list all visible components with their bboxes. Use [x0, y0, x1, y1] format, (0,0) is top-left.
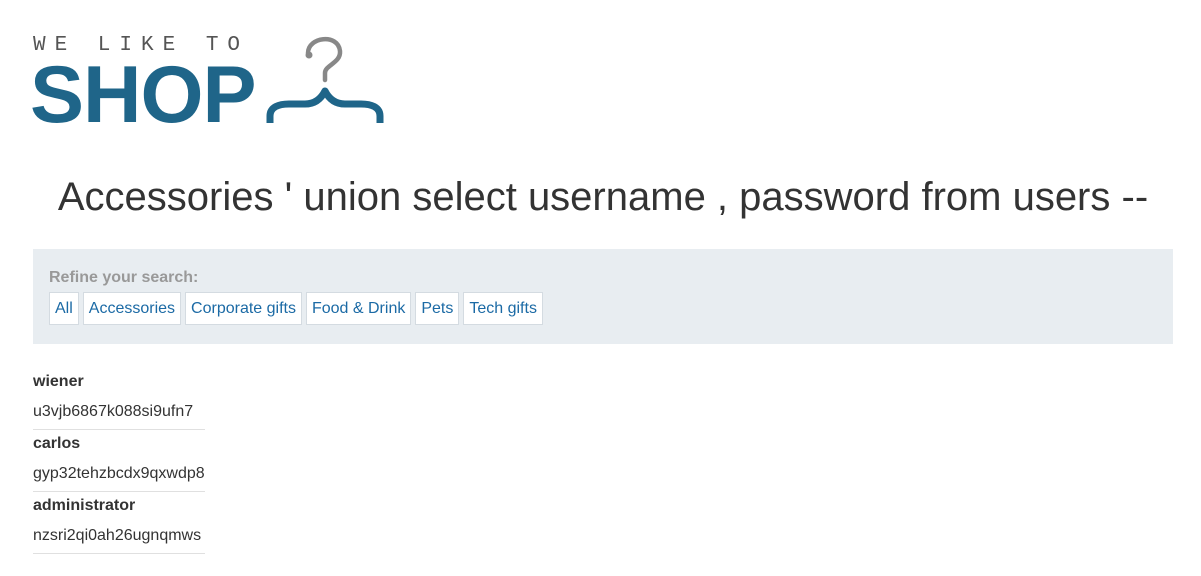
result-password: u3vjb6867k088si9ufn7 — [33, 403, 194, 420]
filter-label: Refine your search: — [49, 269, 199, 286]
logo-brand: SHOP — [30, 50, 257, 140]
result-item: carlos gyp32tehzbcdx9qxwdp8 — [33, 430, 205, 492]
filter-links: All Accessories Corporate gifts Food & D… — [49, 292, 543, 325]
result-username: carlos — [33, 435, 81, 452]
hanger-icon — [266, 36, 384, 123]
result-username: wiener — [33, 373, 84, 390]
result-username: administrator — [33, 497, 136, 514]
site-logo[interactable]: WE LIKE TO SHOP — [30, 35, 393, 136]
page-title: Accessories ' union select username , pa… — [57, 175, 1149, 219]
filter-link-pets[interactable]: Pets — [415, 292, 460, 325]
result-item: administrator nzsri2qi0ah26ugnqmws — [33, 492, 205, 554]
filter-link-food-drink[interactable]: Food & Drink — [305, 292, 412, 325]
result-password: nzsri2qi0ah26ugnqmws — [33, 527, 202, 544]
filter-link-accessories[interactable]: Accessories — [82, 292, 182, 325]
filter-link-tech-gifts[interactable]: Tech gifts — [463, 292, 543, 325]
filter-panel: Refine your search: All Accessories Corp… — [33, 249, 1173, 344]
result-item: wiener u3vjb6867k088si9ufn7 — [33, 368, 205, 430]
result-password: gyp32tehzbcdx9qxwdp8 — [33, 465, 205, 482]
filter-link-all[interactable]: All — [49, 292, 79, 325]
page: WE LIKE TO SHOP Accessories ' union sele… — [0, 0, 1201, 576]
filter-link-corporate-gifts[interactable]: Corporate gifts — [185, 292, 302, 325]
results-list: wiener u3vjb6867k088si9ufn7 carlos gyp32… — [33, 368, 205, 554]
